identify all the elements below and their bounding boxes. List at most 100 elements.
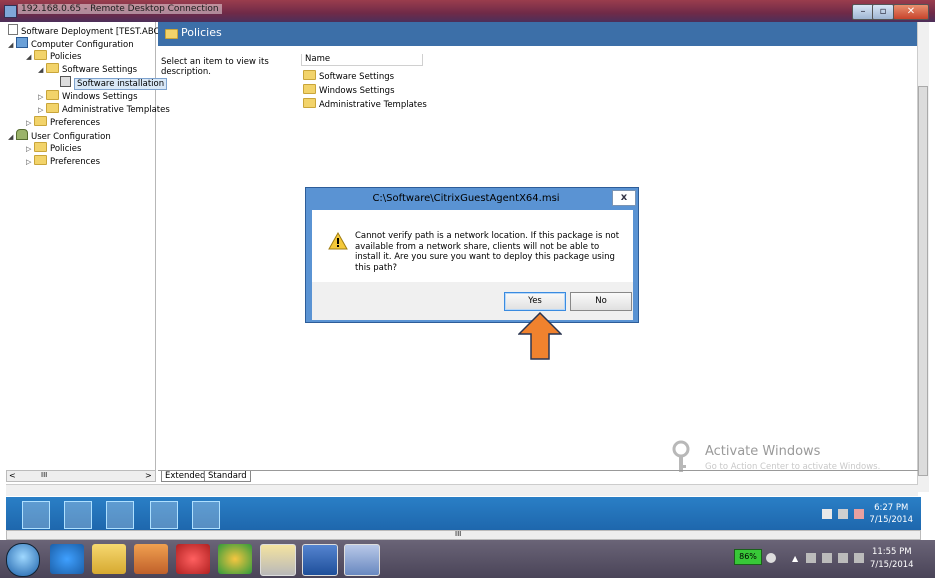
collapse-arrow-icon[interactable]: ▷: [26, 157, 34, 168]
folder-icon: [34, 142, 47, 152]
scroll-right-icon[interactable]: >: [145, 471, 152, 480]
remote-desktop-icon: [4, 5, 17, 18]
activate-windows-title: Activate Windows: [705, 444, 821, 459]
host-clock-date: 7/15/2014: [870, 560, 914, 570]
powershell-icon[interactable]: [64, 501, 92, 529]
package-icon: [60, 76, 71, 87]
dialog-title: C:\Software\CitrixGuestAgentX64.msi: [372, 193, 560, 204]
details-header: Policies: [158, 22, 918, 46]
expand-arrow-icon[interactable]: ◢: [8, 40, 16, 51]
host-clock-time: 11:55 PM: [871, 547, 912, 557]
orange-arrow-annotation: [518, 312, 562, 360]
folder-icon: [303, 98, 316, 108]
dialog-message: Cannot verify path is a network location…: [355, 231, 620, 273]
host-clock[interactable]: 11:55 PM 7/15/2014: [870, 546, 914, 572]
document-icon: [8, 24, 18, 35]
list-item-software-settings[interactable]: Software Settings: [303, 70, 394, 82]
dialog-footer: Yes No: [312, 282, 633, 320]
tree-horizontal-scrollbar[interactable]: < III >: [6, 470, 156, 482]
minimize-button[interactable]: –: [852, 4, 874, 20]
tree-item-computer-configuration[interactable]: ◢ Computer Configuration: [8, 37, 134, 51]
maximize-button[interactable]: ▫: [872, 4, 894, 20]
collapse-arrow-icon[interactable]: ▷: [26, 144, 34, 155]
remote-desktop-icon[interactable]: [344, 544, 380, 576]
collapse-arrow-icon[interactable]: ▷: [26, 118, 34, 129]
host-taskbar: 86% ▲ 11:55 PM 7/15/2014: [0, 540, 935, 578]
console-tree: Software Deployment [TEST.ABC.CC ◢ Comput…: [6, 22, 174, 470]
folder-icon: [46, 63, 59, 73]
sticky-notes-icon[interactable]: [260, 544, 296, 576]
horizontal-scrollbar[interactable]: III: [6, 530, 921, 540]
tray-volume-icon[interactable]: [854, 553, 864, 563]
remote-taskbar: 6:27 PM 7/15/2014: [6, 497, 921, 530]
tray-icon[interactable]: [766, 553, 776, 563]
close-window-button[interactable]: ✕: [893, 4, 929, 20]
dialog-close-button[interactable]: x: [612, 190, 636, 206]
folder-icon: [46, 90, 59, 100]
tray-up-arrow-icon[interactable]: ▲: [792, 554, 802, 564]
scroll-grip: III: [455, 530, 462, 538]
title-bar: 192.168.0.65 - Remote Desktop Connection…: [0, 0, 935, 22]
tree-item-user-configuration[interactable]: ◢ User Configuration: [8, 129, 111, 143]
remote-clock-date: 7/15/2014: [869, 515, 913, 525]
file-explorer-icon[interactable]: [106, 501, 134, 529]
folder-icon: [46, 103, 59, 113]
notepad-icon[interactable]: [192, 501, 220, 529]
expand-arrow-icon[interactable]: ◢: [26, 52, 34, 63]
tree-item-administrative-templates[interactable]: ▷ Administrative Templates: [38, 103, 170, 116]
confirm-dialog: C:\Software\CitrixGuestAgentX64.msi x Ca…: [305, 187, 639, 323]
vertical-scroll-thumb[interactable]: [918, 86, 928, 476]
description-text: Select an item to view its description.: [161, 57, 269, 77]
scroll-left-icon[interactable]: <: [9, 471, 16, 480]
tab-extended[interactable]: Extended: [161, 471, 210, 482]
folder-icon: [34, 50, 47, 60]
start-button[interactable]: [6, 543, 40, 577]
internet-explorer-icon[interactable]: [50, 544, 84, 574]
tray-flag-icon[interactable]: [806, 553, 816, 563]
list-item-administrative-templates[interactable]: Administrative Templates: [303, 98, 427, 110]
tree-item-windows-settings[interactable]: ▷ Windows Settings: [38, 90, 138, 103]
battery-indicator[interactable]: 86%: [734, 549, 762, 565]
tree-item-user-policies[interactable]: ▷ Policies: [26, 142, 81, 155]
column-header-name[interactable]: Name: [301, 54, 423, 66]
tree-item-software-installation[interactable]: Software installation: [60, 76, 168, 90]
remote-clock[interactable]: 6:27 PM 7/15/2014: [869, 502, 913, 526]
user-icon: [16, 129, 28, 140]
chrome-icon[interactable]: [218, 544, 252, 574]
dialog-body: Cannot verify path is a network location…: [312, 210, 633, 320]
word-icon[interactable]: [302, 544, 338, 576]
warning-icon: [328, 232, 348, 250]
tray-network-icon[interactable]: [838, 553, 848, 563]
key-icon: [672, 440, 690, 472]
status-bar: [6, 484, 918, 496]
app-icon[interactable]: [176, 544, 210, 574]
tray-power-icon[interactable]: [822, 553, 832, 563]
window-title: 192.168.0.65 - Remote Desktop Connection: [18, 4, 222, 14]
group-policy-icon[interactable]: [150, 501, 178, 529]
tray-flag-icon[interactable]: [822, 509, 832, 519]
folder-icon: [34, 116, 47, 126]
tree-item-policies[interactable]: ◢ Policies: [26, 50, 81, 63]
media-player-icon[interactable]: [134, 544, 168, 574]
collapse-arrow-icon[interactable]: ▷: [38, 92, 46, 103]
tree-root[interactable]: Software Deployment [TEST.ABC.CC: [8, 24, 174, 38]
tree-item-user-preferences[interactable]: ▷ Preferences: [26, 155, 100, 168]
expand-arrow-icon[interactable]: ◢: [38, 65, 46, 76]
tray-volume-icon[interactable]: [854, 509, 864, 519]
remote-clock-time: 6:27 PM: [874, 503, 909, 513]
tab-standard[interactable]: Standard: [204, 471, 251, 482]
yes-button[interactable]: Yes: [504, 292, 566, 311]
tree-item-software-settings[interactable]: ◢ Software Settings: [38, 63, 137, 76]
tray-network-icon[interactable]: [838, 509, 848, 519]
page-title: Policies: [181, 26, 222, 39]
tree-item-preferences[interactable]: ▷ Preferences: [26, 116, 100, 129]
file-explorer-icon[interactable]: [92, 544, 126, 574]
server-manager-icon[interactable]: [22, 501, 50, 529]
no-button[interactable]: No: [570, 292, 632, 311]
folder-icon: [303, 84, 316, 94]
collapse-arrow-icon[interactable]: ▷: [38, 105, 46, 116]
expand-arrow-icon[interactable]: ◢: [8, 132, 16, 143]
list-item-windows-settings[interactable]: Windows Settings: [303, 84, 395, 96]
folder-icon: [165, 29, 178, 39]
view-tabs: Extended Standard: [158, 470, 918, 483]
